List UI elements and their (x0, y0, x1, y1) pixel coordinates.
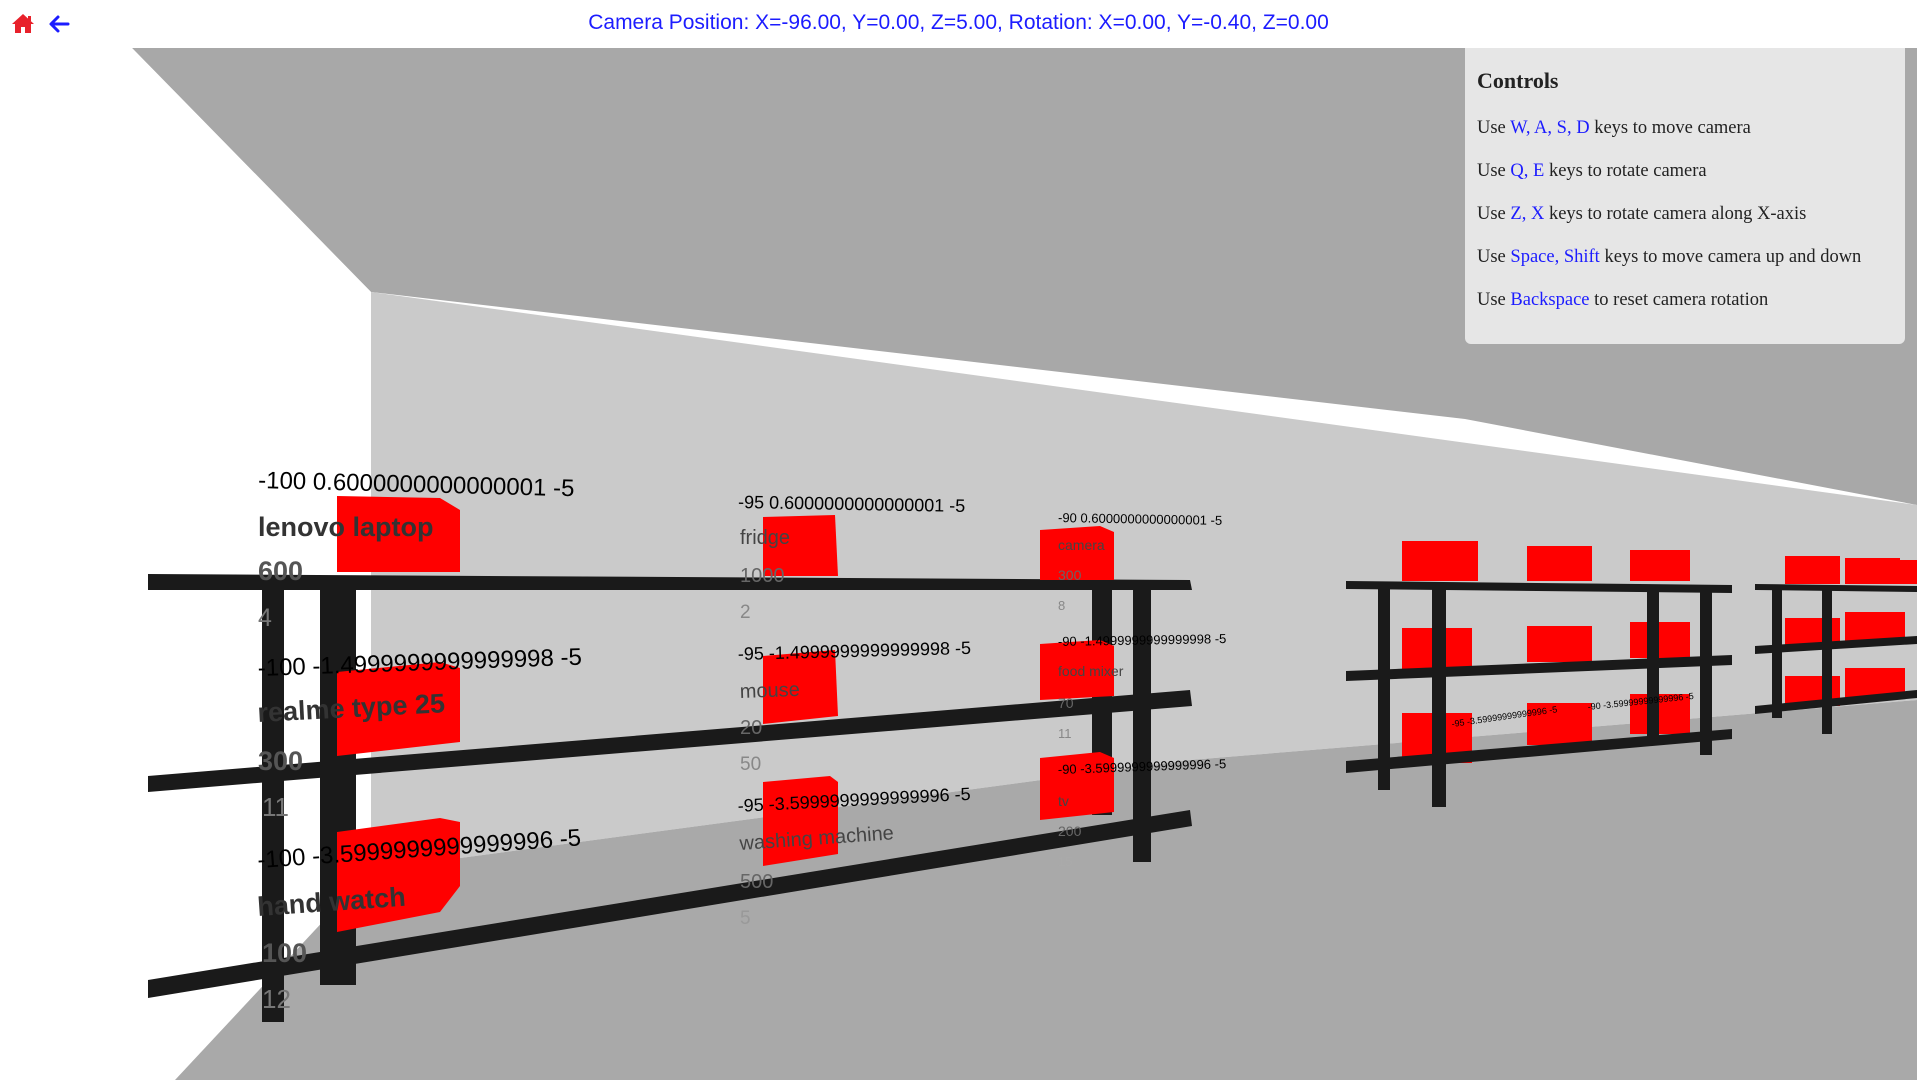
shelf-leg (1133, 585, 1151, 862)
product-qty: 8 (1058, 598, 1065, 613)
product-price: 100 (262, 938, 307, 968)
product-coords: -95 0.6000000000000001 -5 (738, 492, 966, 516)
control-line-vertical: Use Space, Shift keys to move camera up … (1477, 247, 1862, 267)
product-price: 300 (1058, 567, 1082, 583)
product-qty: 15 (1058, 854, 1072, 869)
camera-position-readout: Camera Position: X=-96.00, Y=0.00, Z=5.0… (588, 11, 1329, 34)
product-price: 20 (740, 717, 762, 739)
top-bar: Camera Position: X=-96.00, Y=0.00, Z=5.0… (0, 0, 1917, 48)
product-price: 600 (258, 556, 303, 586)
control-line-rotate-x: Use Z, X keys to rotate camera along X-a… (1477, 204, 1807, 224)
product-qty: 2 (740, 602, 751, 623)
product-price: 500 (740, 871, 773, 893)
product-price: 1000 (740, 565, 785, 587)
product-price: 300 (258, 746, 303, 776)
product-qty: 4 (258, 604, 272, 632)
product-qty: 11 (262, 792, 289, 822)
control-line-move: Use W, A, S, D keys to move camera (1477, 118, 1751, 138)
product-qty: 50 (740, 754, 761, 775)
product-name: tv (1058, 793, 1069, 809)
product-qty: 12 (262, 984, 291, 1014)
product-name: camera (1058, 537, 1105, 553)
controls-title: Controls (1477, 68, 1559, 93)
product-name: food mixer (1058, 663, 1124, 679)
product-name: fridge (740, 527, 790, 549)
product-qty: 5 (740, 908, 751, 929)
product-name: mouse (739, 679, 800, 703)
product-coords: -90 -1.4999999999999998 -5 (1058, 631, 1227, 649)
product-price: 70 (1058, 695, 1074, 711)
product-price: 200 (1058, 823, 1082, 839)
product-name: lenovo laptop (258, 512, 434, 542)
product-qty: 11 (1058, 726, 1072, 741)
controls-panel: Controls Use W, A, S, D keys to move cam… (1465, 48, 1905, 344)
control-line-rotate: Use Q, E keys to rotate camera (1477, 161, 1707, 181)
product-coords: -90 0.6000000000000001 -5 (1058, 510, 1222, 528)
control-line-reset: Use Backspace to reset camera rotation (1477, 290, 1769, 310)
